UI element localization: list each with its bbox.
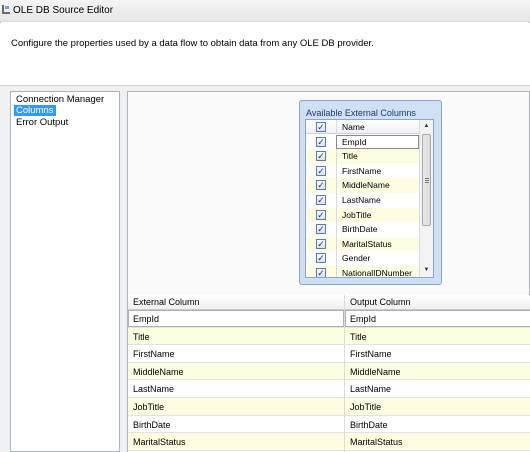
column-mapping-grid[interactable]: External Column Output Column EmpId EmpI… <box>127 295 530 452</box>
output-column-cell[interactable]: BirthDate <box>345 416 530 433</box>
mapping-grid-header: External Column Output Column <box>128 295 530 310</box>
available-column-row[interactable]: ✓ JobTitle <box>306 207 419 223</box>
external-column-cell[interactable]: MaritalStatus <box>128 433 344 450</box>
checkbox-checked-icon[interactable]: ✓ <box>316 209 326 220</box>
output-column-value: LastName <box>350 384 392 395</box>
available-column-name: EmpId <box>342 136 367 147</box>
output-column-value: BirthDate <box>350 419 388 430</box>
name-column-header[interactable]: Name <box>336 120 419 133</box>
available-column-row[interactable]: ✓ MiddleName <box>306 178 419 193</box>
dialog-app-icon <box>2 5 10 14</box>
table-row[interactable]: BirthDate BirthDate <box>128 416 530 434</box>
output-column-header[interactable]: Output Column <box>350 297 411 307</box>
external-column-cell[interactable]: FirstName <box>128 345 344 362</box>
external-column-value: MiddleName <box>133 366 184 377</box>
output-column-cell[interactable]: MiddleName <box>345 363 530 380</box>
available-column-row[interactable]: ✓ FirstName <box>306 163 419 179</box>
available-column-name: MiddleName <box>342 180 390 191</box>
available-column-row[interactable]: ✓ NationalIDNumber <box>306 266 419 278</box>
available-column-row[interactable]: ✓ Title <box>306 149 419 164</box>
select-all-cell[interactable]: ✓ <box>306 120 336 133</box>
scroll-up-arrow-icon[interactable]: ▲ <box>420 120 433 133</box>
external-column-header[interactable]: External Column <box>133 297 200 307</box>
nav-item-error-output[interactable]: Error Output <box>14 117 70 128</box>
external-column-cell[interactable]: LastName <box>128 380 344 397</box>
available-column-name: Title <box>342 151 358 162</box>
select-all-checkbox-icon[interactable]: ✓ <box>316 122 326 132</box>
checkbox-checked-icon[interactable]: ✓ <box>316 165 326 176</box>
available-column-name: BirthDate <box>342 224 378 235</box>
checkbox-checked-icon[interactable]: ✓ <box>316 224 326 235</box>
output-column-cell[interactable]: FirstName <box>345 345 530 362</box>
available-column-name: LastName <box>342 195 381 205</box>
table-row[interactable]: MaritalStatus MaritalStatus <box>128 433 530 451</box>
checkbox-checked-icon[interactable]: ✓ <box>316 180 326 191</box>
output-column-value: EmpId <box>350 314 377 324</box>
available-columns-title: Available External Columns <box>306 108 416 118</box>
output-column-cell[interactable]: Title <box>345 328 530 345</box>
output-column-value: JobTitle <box>350 402 382 412</box>
scrollbar-thumb[interactable] <box>422 134 431 226</box>
available-column-name: Gender <box>342 253 371 264</box>
available-column-row[interactable]: ✓ LastName <box>306 193 419 208</box>
available-column-name: MaritalStatus <box>342 238 392 249</box>
checkbox-checked-icon[interactable]: ✓ <box>316 238 326 249</box>
external-column-value: JobTitle <box>133 402 165 412</box>
external-column-cell[interactable]: EmpId <box>128 310 344 327</box>
dialog-description: Configure the properties used by a data … <box>11 38 374 49</box>
available-column-name: JobTitle <box>342 209 372 220</box>
available-column-row[interactable]: ✓ EmpId <box>306 134 419 150</box>
available-column-row[interactable]: ✓ Gender <box>306 251 419 266</box>
output-column-value: MaritalStatus <box>350 437 403 448</box>
table-row[interactable]: JobTitle JobTitle <box>128 398 530 416</box>
external-column-value: Title <box>133 331 150 342</box>
output-column-cell[interactable]: EmpId <box>345 310 530 327</box>
table-row[interactable]: EmpId EmpId <box>128 310 530 328</box>
output-column-cell[interactable]: JobTitle <box>345 398 530 415</box>
output-column-value: FirstName <box>350 349 392 360</box>
output-column-cell[interactable]: LastName <box>345 380 530 397</box>
table-row[interactable]: FirstName FirstName <box>128 345 530 363</box>
external-column-cell[interactable]: Title <box>128 328 344 345</box>
output-column-value: MiddleName <box>350 366 401 377</box>
external-column-cell[interactable]: JobTitle <box>128 398 344 415</box>
available-column-row[interactable]: ✓ BirthDate <box>306 222 419 237</box>
available-column-name: NationalIDNumber <box>342 268 412 278</box>
external-column-value: LastName <box>133 384 175 395</box>
output-column-value: Title <box>350 331 367 342</box>
nav-item-columns[interactable]: Columns <box>14 105 56 116</box>
table-row[interactable]: Title Title <box>128 327 530 346</box>
available-columns-scrollbar[interactable]: ▲ ▼ <box>419 120 433 277</box>
checkbox-checked-icon[interactable]: ✓ <box>316 195 326 205</box>
checkbox-checked-icon[interactable]: ✓ <box>316 151 326 162</box>
external-column-value: MaritalStatus <box>133 437 186 448</box>
external-column-value: EmpId <box>133 314 160 324</box>
external-column-value: BirthDate <box>133 419 171 430</box>
external-column-value: FirstName <box>133 349 175 360</box>
checkbox-checked-icon[interactable]: ✓ <box>316 136 326 147</box>
window-title: OLE DB Source Editor <box>13 5 114 16</box>
available-column-row[interactable]: ✓ MaritalStatus <box>306 236 419 252</box>
nav-item-connection-manager[interactable]: Connection Manager <box>14 94 106 105</box>
available-column-name: FirstName <box>342 165 382 176</box>
scroll-grip-icon <box>425 178 429 183</box>
external-column-cell[interactable]: BirthDate <box>128 416 344 433</box>
title-bar[interactable]: OLE DB Source Editor <box>0 0 530 22</box>
external-column-cell[interactable]: MiddleName <box>128 363 344 380</box>
output-column-cell[interactable]: MaritalStatus <box>345 433 530 450</box>
available-columns-header: ✓ Name <box>306 120 419 134</box>
table-row[interactable]: LastName LastName <box>128 380 530 398</box>
column-divider <box>344 295 345 452</box>
available-columns-list[interactable]: ✓ Name ✓ EmpId ✓ Title ✓ FirstName ✓ Mid… <box>305 119 434 278</box>
page-navigation-list: Connection Manager Columns Error Output <box>10 91 120 452</box>
scroll-down-arrow-icon[interactable]: ▼ <box>420 264 433 277</box>
table-row[interactable]: MiddleName MiddleName <box>128 362 530 381</box>
checkbox-checked-icon[interactable]: ✓ <box>316 268 326 277</box>
checkbox-checked-icon[interactable]: ✓ <box>316 253 326 264</box>
name-header-label: Name <box>342 122 365 132</box>
description-header: Configure the properties used by a data … <box>0 23 530 85</box>
